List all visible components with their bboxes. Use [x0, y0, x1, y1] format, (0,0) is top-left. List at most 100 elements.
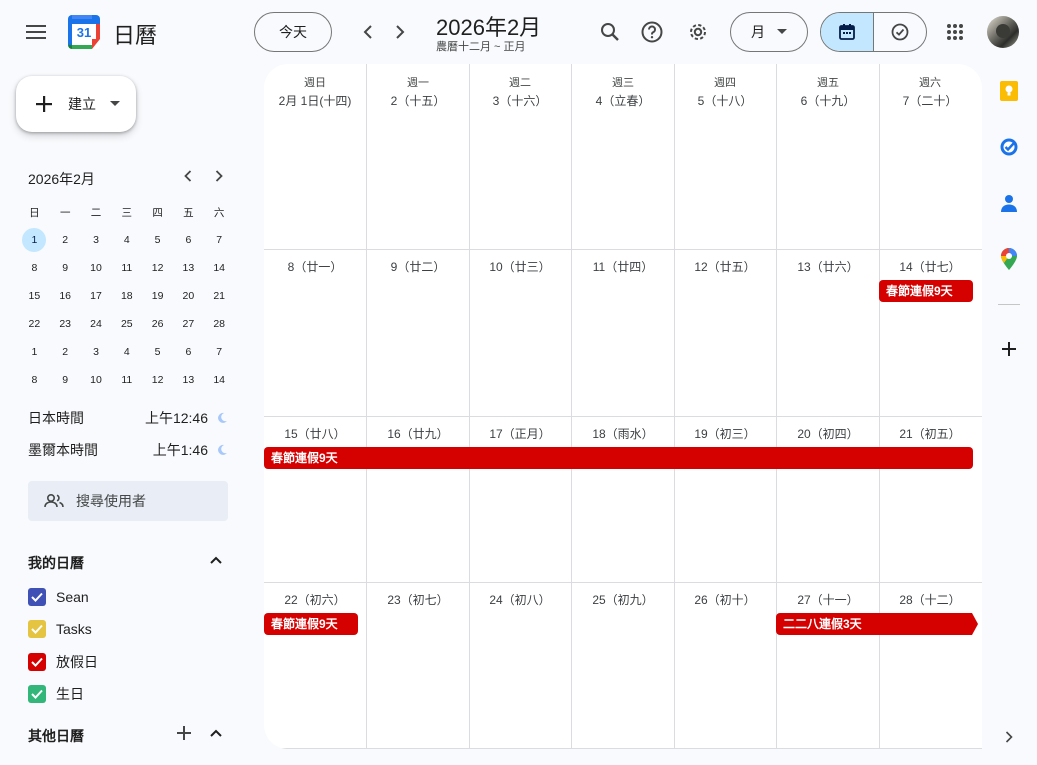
day-label[interactable]: 17（正月）	[469, 425, 571, 442]
tasks-view-toggle[interactable]	[874, 13, 927, 51]
mini-day[interactable]: 16	[50, 282, 81, 310]
day-label[interactable]: 5（十八）	[674, 92, 776, 109]
mini-day[interactable]: 24	[81, 310, 112, 338]
mini-day[interactable]: 14	[204, 254, 235, 282]
day-label[interactable]: 19（初三）	[674, 425, 776, 442]
contacts-icon[interactable]	[994, 188, 1024, 218]
mini-day[interactable]: 5	[142, 226, 173, 254]
mini-day[interactable]: 9	[50, 366, 81, 394]
mini-day[interactable]: 4	[111, 226, 142, 254]
calendar-item-sean[interactable]: Sean	[28, 588, 89, 606]
mini-day[interactable]: 8	[19, 366, 50, 394]
day-label[interactable]: 14（廿七）	[879, 258, 981, 275]
day-label[interactable]: 9（廿二）	[367, 258, 469, 275]
event-chip[interactable]: 春節連假9天	[879, 280, 973, 302]
mini-day[interactable]: 4	[111, 338, 142, 366]
day-label[interactable]: 10（廿三）	[469, 258, 571, 275]
event-chip[interactable]: 春節連假9天	[264, 613, 358, 635]
mini-day[interactable]: 25	[111, 310, 142, 338]
day-label[interactable]: 7（二十）	[879, 92, 981, 109]
maps-icon[interactable]	[994, 244, 1024, 274]
day-label[interactable]: 27（十一）	[777, 591, 879, 608]
mini-day[interactable]: 19	[142, 282, 173, 310]
main-menu-icon[interactable]	[16, 12, 56, 52]
search-people-field[interactable]: 搜尋使用者	[28, 481, 228, 521]
next-month-icon[interactable]	[380, 12, 420, 52]
mini-day[interactable]: 5	[142, 338, 173, 366]
mini-day[interactable]: 12	[142, 366, 173, 394]
event-chip[interactable]: 春節連假9天	[264, 447, 973, 469]
today-button[interactable]: 今天	[254, 12, 332, 52]
calendar-item-holidays[interactable]: 放假日	[28, 652, 98, 672]
day-label[interactable]: 25（初九）	[572, 591, 674, 608]
help-icon[interactable]	[632, 12, 672, 52]
mini-day[interactable]: 3	[81, 338, 112, 366]
mini-day[interactable]: 2	[50, 226, 81, 254]
mini-day[interactable]: 22	[19, 310, 50, 338]
my-calendars-collapse-icon[interactable]	[198, 542, 234, 578]
calendar-item-birthdays[interactable]: 生日	[28, 684, 84, 704]
day-label[interactable]: 2月 1日(十四)	[264, 92, 366, 109]
google-apps-icon[interactable]	[935, 12, 975, 52]
mini-day[interactable]: 14	[204, 366, 235, 394]
mini-day-selected[interactable]: 1	[19, 226, 50, 254]
mini-day[interactable]: 23	[50, 310, 81, 338]
day-label[interactable]: 26（初十）	[674, 591, 776, 608]
mini-day[interactable]: 7	[204, 226, 235, 254]
event-chip[interactable]: 二二八連假3天	[776, 613, 972, 635]
mini-day[interactable]: 6	[173, 226, 204, 254]
day-label[interactable]: 3（十六）	[469, 92, 571, 109]
mini-day[interactable]: 18	[111, 282, 142, 310]
mini-day[interactable]: 17	[81, 282, 112, 310]
settings-gear-icon[interactable]	[678, 12, 718, 52]
mini-day[interactable]: 15	[19, 282, 50, 310]
day-label[interactable]: 21（初五）	[879, 425, 981, 442]
mini-day[interactable]: 26	[142, 310, 173, 338]
mini-prev-month-icon[interactable]	[172, 160, 204, 192]
calendar-item-tasks[interactable]: Tasks	[28, 620, 92, 638]
day-label[interactable]: 13（廿六）	[777, 258, 879, 275]
mini-day[interactable]: 13	[173, 254, 204, 282]
tasks-icon[interactable]	[994, 132, 1024, 162]
add-other-calendar-icon[interactable]	[166, 715, 202, 751]
create-button[interactable]: 建立	[16, 76, 136, 132]
day-label[interactable]: 2（十五）	[367, 92, 469, 109]
mini-day[interactable]: 27	[173, 310, 204, 338]
mini-day[interactable]: 20	[173, 282, 204, 310]
mini-day[interactable]: 11	[111, 254, 142, 282]
day-label[interactable]: 24（初八）	[469, 591, 571, 608]
day-label[interactable]: 16（廿九）	[367, 425, 469, 442]
mini-day[interactable]: 6	[173, 338, 204, 366]
day-label[interactable]: 20（初四）	[777, 425, 879, 442]
day-label[interactable]: 11（廿四）	[572, 258, 674, 275]
calendar-view-toggle[interactable]	[821, 13, 874, 51]
get-addons-plus-icon[interactable]	[994, 334, 1024, 364]
day-label[interactable]: 8（廿一）	[264, 258, 366, 275]
keep-icon[interactable]	[994, 76, 1024, 106]
mini-day[interactable]: 10	[81, 254, 112, 282]
mini-day[interactable]: 8	[19, 254, 50, 282]
day-label[interactable]: 12（廿五）	[674, 258, 776, 275]
expand-panel-chevron-icon[interactable]	[994, 722, 1024, 752]
mini-day[interactable]: 3	[81, 226, 112, 254]
mini-day[interactable]: 13	[173, 366, 204, 394]
day-label[interactable]: 23（初七）	[367, 591, 469, 608]
mini-next-month-icon[interactable]	[203, 160, 235, 192]
mini-day[interactable]: 11	[111, 366, 142, 394]
mini-day[interactable]: 9	[50, 254, 81, 282]
day-label[interactable]: 6（十九）	[777, 92, 879, 109]
day-label[interactable]: 28（十二）	[879, 591, 981, 608]
day-label[interactable]: 4（立春）	[572, 92, 674, 109]
mini-day[interactable]: 21	[204, 282, 235, 310]
mini-day[interactable]: 28	[204, 310, 235, 338]
mini-day[interactable]: 10	[81, 366, 112, 394]
mini-day[interactable]: 7	[204, 338, 235, 366]
mini-day[interactable]: 2	[50, 338, 81, 366]
view-selector[interactable]: 月	[730, 12, 808, 52]
mini-day[interactable]: 1	[19, 338, 50, 366]
day-label[interactable]: 22（初六）	[264, 591, 366, 608]
other-calendars-collapse-icon[interactable]	[198, 715, 234, 751]
day-label[interactable]: 18（雨水）	[572, 425, 674, 442]
day-label[interactable]: 15（廿八）	[264, 425, 366, 442]
search-icon[interactable]	[590, 12, 630, 52]
